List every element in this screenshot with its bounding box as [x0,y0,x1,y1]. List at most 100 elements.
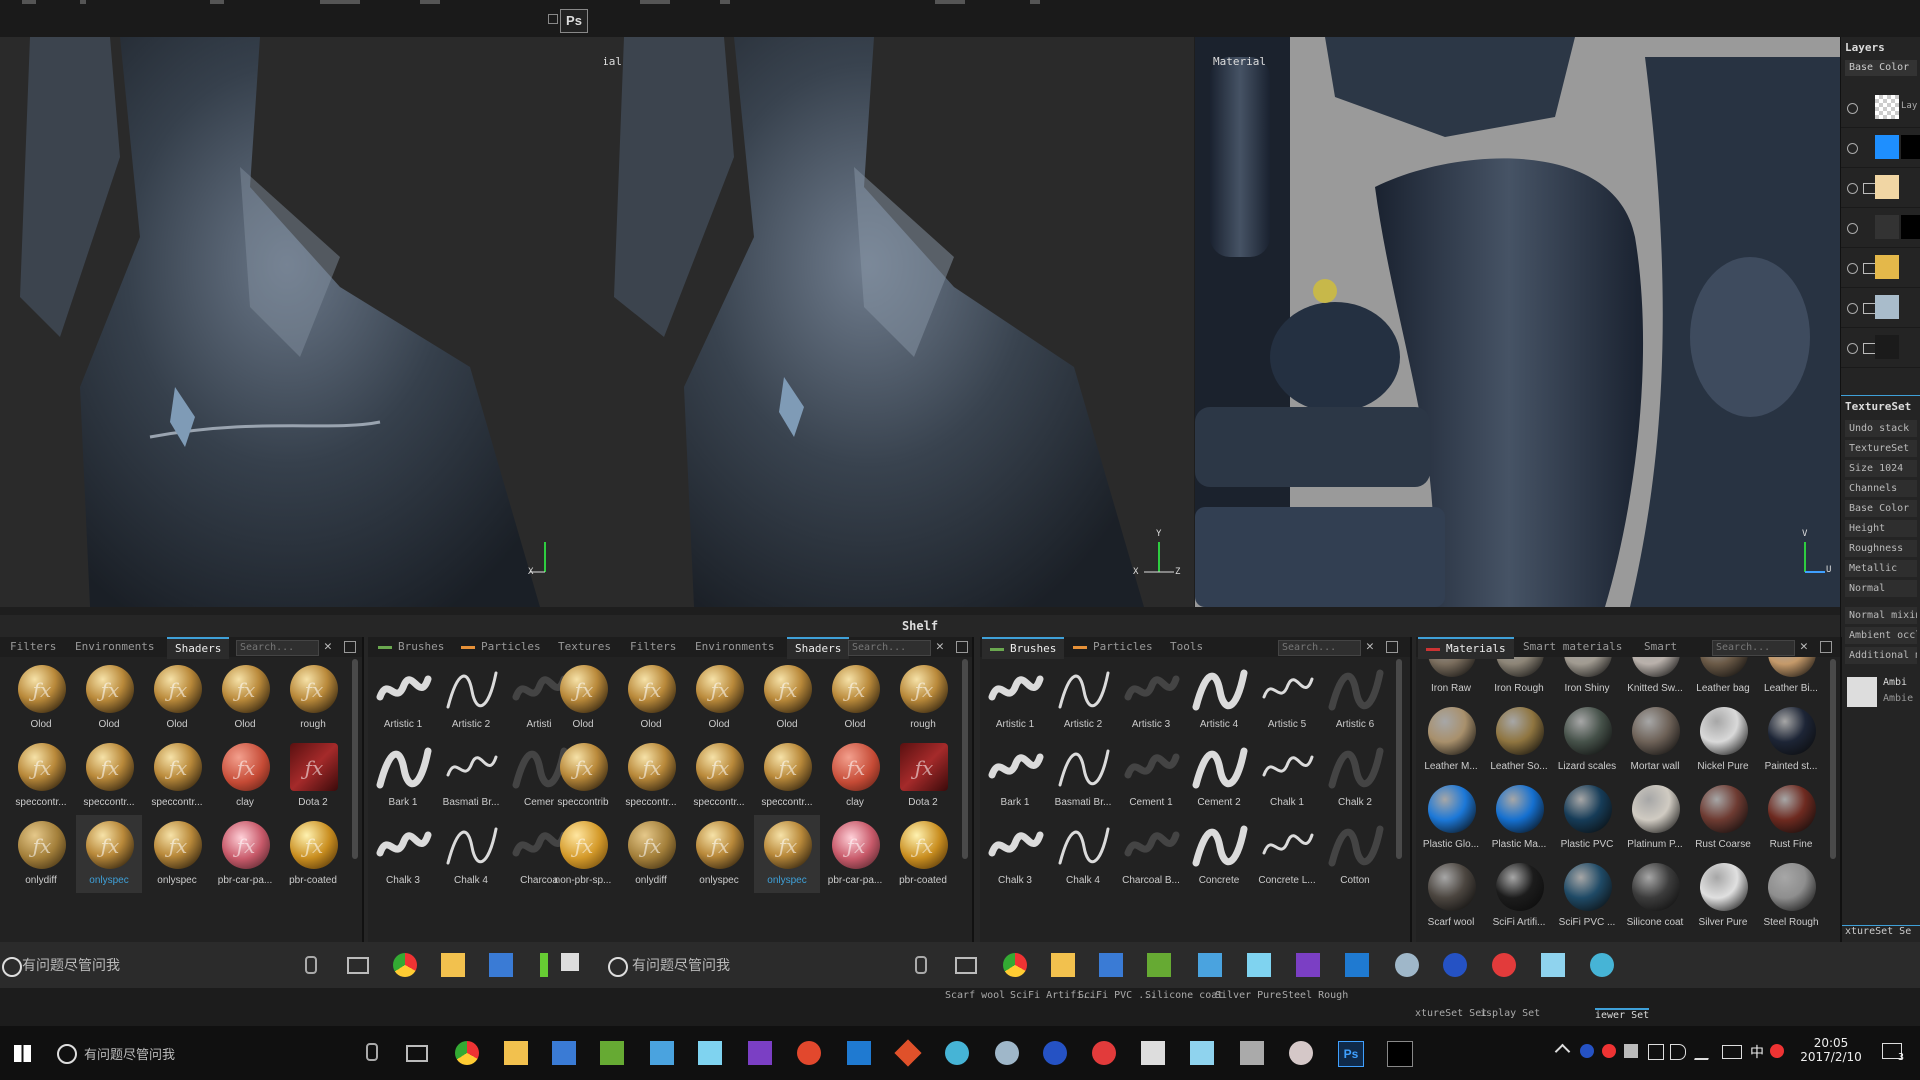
network-app-icon[interactable] [489,953,513,977]
file-explorer-icon[interactable] [441,953,465,977]
material-item[interactable]: Plastic Glo... [1418,779,1484,857]
app-icon[interactable] [600,1041,624,1065]
shelf-item[interactable]: Artistic 2 [438,659,504,737]
shelf-tab-filters[interactable]: Filters [622,637,684,657]
material-item[interactable]: Scarf wool [1418,857,1484,935]
shelf-item[interactable]: Chalk 3 [982,815,1048,893]
channel-base-color[interactable]: Base Color [1845,500,1917,517]
shelf-item[interactable]: Artistic 5 [1254,659,1320,737]
material-item[interactable]: Plastic Ma... [1486,779,1552,857]
messaging-icon[interactable] [650,1041,674,1065]
shelf-item[interactable]: Artistic 6 [1322,659,1388,737]
visibility-eye-icon[interactable] [1847,343,1858,354]
viewport-3d-mid[interactable]: Material Y X Z [604,37,1194,607]
shelf-item[interactable]: ƒx Olod [550,659,616,737]
microphone-icon[interactable] [305,956,317,974]
shelf-item[interactable]: ƒx Olod [822,659,888,737]
clock[interactable]: 20:05 2017/2/10 [1800,1036,1862,1064]
material-item[interactable]: Rust Fine [1758,779,1824,857]
shelf-item[interactable]: ƒx speccontr... [8,737,74,815]
visibility-eye-icon[interactable] [1847,183,1858,194]
microphone-icon[interactable] [915,956,927,974]
visual-studio-icon[interactable] [1296,953,1320,977]
shelf-item[interactable]: ƒx pbr-coated [890,815,956,893]
shelf-scrollbar[interactable] [1396,659,1402,859]
material-item[interactable]: Platinum P... [1622,779,1688,857]
shelf-scrollbar[interactable] [1830,659,1836,859]
task-view-icon[interactable] [347,957,369,974]
substance-painter-icon[interactable] [1092,1041,1116,1065]
clear-search-icon[interactable]: ✕ [1800,639,1808,654]
visibility-eye-icon[interactable] [1847,263,1858,274]
shelf-item[interactable]: Cotton [1322,815,1388,893]
clear-search-icon[interactable]: ✕ [936,639,944,654]
terminal-icon[interactable] [1387,1041,1413,1067]
channel-height[interactable]: Height [1845,520,1917,537]
visibility-eye-icon[interactable] [1847,143,1858,154]
app-icon[interactable] [1247,953,1271,977]
material-item[interactable]: Nickel Pure [1690,701,1756,779]
channel-roughness[interactable]: Roughness [1845,540,1917,557]
layers-channel-dropdown[interactable]: Base Color [1845,60,1917,76]
netease-music-icon[interactable] [797,1041,821,1065]
shelf-item[interactable]: ƒx pbr-car-pa... [822,815,888,893]
shelf-item[interactable]: ƒx speccontr... [76,737,142,815]
grid-view-icon[interactable] [1386,641,1398,653]
shelf-item[interactable]: ƒx speccontr... [686,737,752,815]
shelf-tab-textures[interactable]: Textures [550,637,619,657]
app-icon[interactable] [1395,953,1419,977]
visibility-eye-icon[interactable] [1847,223,1858,234]
shelf-scrollbar[interactable] [352,659,358,859]
shelf-item[interactable]: ƒx onlyspec [144,815,210,893]
microphone-icon[interactable] [366,1043,378,1061]
shelf-item[interactable]: ƒx speccontr... [754,737,820,815]
viewport-2d-uv[interactable]: Material V U [1195,37,1840,607]
cortana-icon[interactable] [2,957,22,977]
cortana-search-text-2[interactable]: 有问题尽管问我 [632,955,730,975]
pen-icon[interactable] [1694,1044,1714,1060]
tray-app-icon[interactable] [1624,1044,1638,1058]
shelf-item[interactable]: Basmati Br... [1050,737,1116,815]
channel-metallic[interactable]: Metallic [1845,560,1917,577]
network-app-icon[interactable] [1099,953,1123,977]
shelf-item[interactable]: ƒx speccontr... [144,737,210,815]
clear-search-icon[interactable]: ✕ [1366,639,1374,654]
app-icon[interactable] [1190,1041,1214,1065]
shelf-item[interactable]: ƒx non-pbr-sp... [550,815,616,893]
channel-normal[interactable]: Normal [1845,580,1917,597]
visibility-eye-icon[interactable] [1847,103,1858,114]
shelf-item[interactable]: Basmati Br... [438,737,504,815]
chrome-icon[interactable] [455,1041,479,1065]
size-field[interactable]: Size 1024 [1845,460,1917,477]
calculator-icon[interactable] [1240,1041,1264,1065]
shelf-tab-particles[interactable]: Particles [1065,637,1161,657]
shelf-item[interactable]: ƒx Olod [618,659,684,737]
shelf-search-input[interactable]: Search... [236,640,319,656]
material-item[interactable]: Leather M... [1418,701,1484,779]
layer-row[interactable] [1841,329,1920,368]
external-window-icon[interactable] [548,14,558,24]
shelf-item[interactable]: ƒx Olod [76,659,142,737]
textureset-settings-footer-tab[interactable]: xtureSet Se [1841,925,1920,942]
shelf-item[interactable]: ƒx Olod [686,659,752,737]
shelf-item[interactable]: ƒx onlyspec [686,815,752,893]
shelf-item[interactable]: Charcoal B... [1118,815,1184,893]
shelf-item[interactable]: ƒx Dota 2 [280,737,346,815]
volume-icon[interactable] [1670,1044,1686,1060]
shelf-item[interactable]: Bark 1 [982,737,1048,815]
task-view-icon[interactable] [406,1045,428,1062]
shelf-item[interactable]: ƒx clay [822,737,888,815]
shelf-tab-smart[interactable]: Smart [1636,637,1685,657]
shelf-item[interactable]: ƒx pbr-car-pa... [212,815,278,893]
vscode-icon[interactable] [847,1041,871,1065]
shelf-item[interactable]: Artistic 4 [1186,659,1252,737]
git-icon[interactable] [894,1039,922,1067]
app-icon[interactable] [1443,953,1467,977]
shelf-item[interactable]: Cement 2 [1186,737,1252,815]
shelf-item[interactable]: Chalk 3 [370,815,436,893]
photoshop-icon[interactable]: Ps [1338,1041,1364,1067]
grid-view-icon[interactable] [956,641,968,653]
substance-painter-icon[interactable] [1492,953,1516,977]
layer-row[interactable] [1841,169,1920,208]
shelf-item[interactable]: ƒx onlyspec [76,815,142,893]
